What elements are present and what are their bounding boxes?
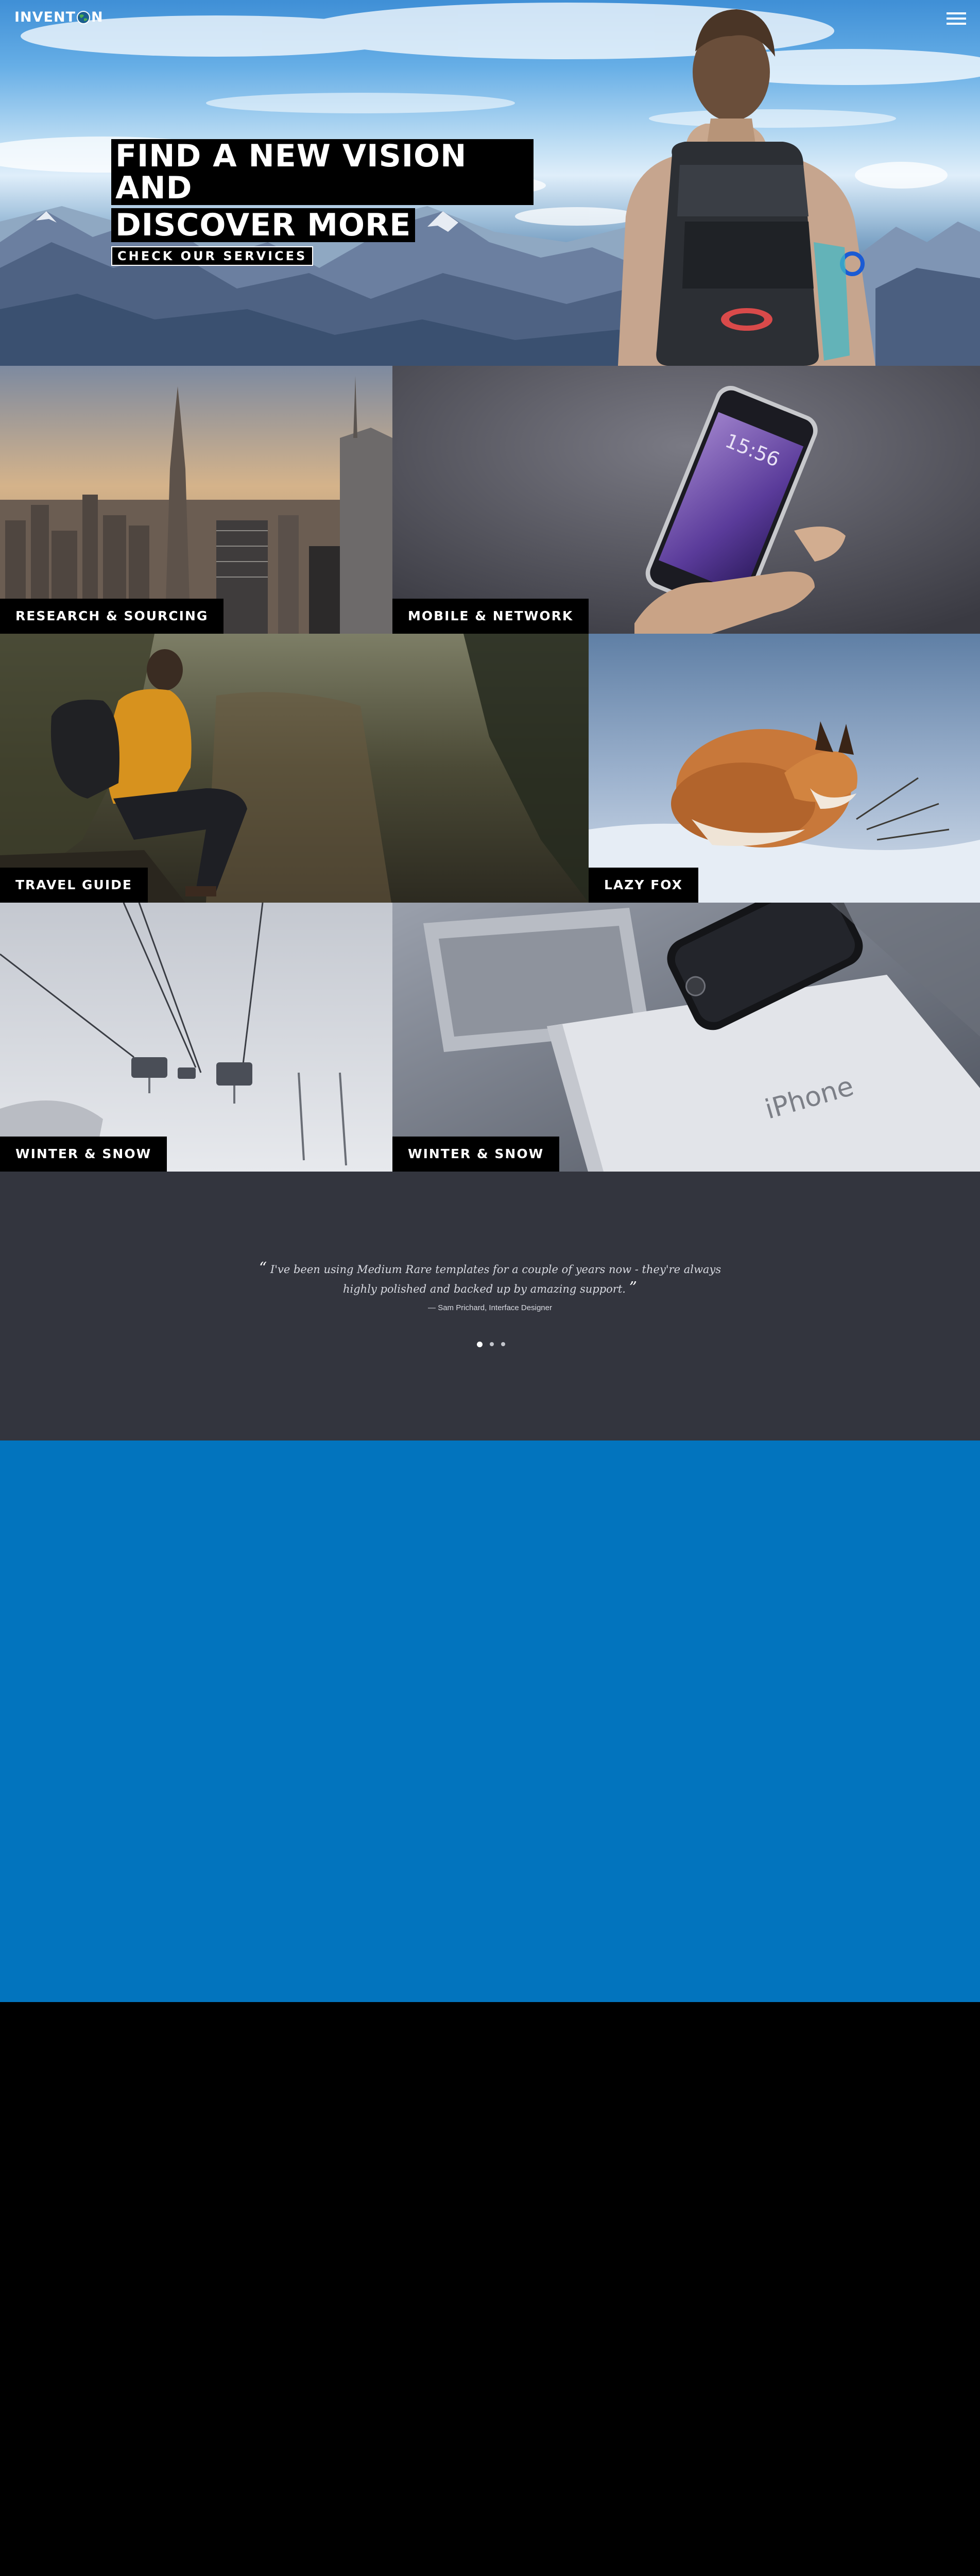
- slider-dot-3[interactable]: [501, 1342, 505, 1346]
- city-skyline-image: [0, 366, 392, 634]
- globe-icon: [77, 10, 90, 24]
- slider-dot-2[interactable]: [490, 1342, 494, 1346]
- sleeping-fox-image: [589, 634, 980, 903]
- hamburger-menu-icon[interactable]: [947, 12, 966, 28]
- tile-travel-guide[interactable]: TRAVEL GUIDE: [0, 634, 589, 903]
- testimonial-quote-text: I've been using Medium Rare templates fo…: [270, 1263, 721, 1295]
- tile-mobile-network[interactable]: 15:56 MOBILE & NETWORK: [392, 366, 980, 634]
- open-quote-mark: “: [259, 1259, 267, 1277]
- testimonial-section: “ I've been using Medium Rare templates …: [0, 1172, 980, 1440]
- blue-section: [0, 1440, 980, 2002]
- tile-research-sourcing[interactable]: RESEARCH & SOURCING: [0, 366, 392, 634]
- check-services-button[interactable]: CHECK OUR SERVICES: [111, 246, 314, 266]
- tile-caption: WINTER & SNOW: [0, 1137, 167, 1172]
- iphone-box-image: iPhone: [392, 903, 980, 1172]
- logo-text-end: N: [91, 9, 104, 25]
- tile-winter-snow-lift[interactable]: WINTER & SNOW: [0, 903, 392, 1172]
- tile-caption: WINTER & SNOW: [392, 1137, 560, 1172]
- tile-caption: MOBILE & NETWORK: [392, 599, 589, 634]
- phone-in-hand-image: 15:56: [392, 366, 980, 634]
- tile-caption: LAZY FOX: [589, 868, 698, 903]
- testimonial-quote: “ I've been using Medium Rare templates …: [257, 1259, 723, 1298]
- site-logo[interactable]: INVENT N: [14, 9, 104, 25]
- tile-caption: TRAVEL GUIDE: [0, 868, 148, 903]
- hero-section: INVENT N FIND A NEW VISION AND DISCOVER …: [0, 0, 980, 366]
- tile-lazy-fox[interactable]: LAZY FOX: [589, 634, 980, 903]
- ski-lift-fog-image: [0, 903, 392, 1172]
- close-quote-mark: ”: [629, 1279, 637, 1297]
- hiker-on-cliff-image: [0, 634, 589, 903]
- logo-text-start: INVENT: [14, 9, 76, 25]
- footer-area: [0, 2002, 980, 2576]
- slider-dots: [477, 1341, 508, 1348]
- hero-headline-line-2: DISCOVER MORE: [111, 208, 416, 242]
- testimonial-author: — Sam Prichard, Interface Designer: [428, 1303, 552, 1312]
- hero-headline-block: FIND A NEW VISION AND DISCOVER MORE CHEC…: [111, 139, 534, 266]
- slider-dot-1[interactable]: [477, 1341, 483, 1347]
- tile-winter-snow-iphone[interactable]: iPhone WINTER & SNOW: [392, 903, 980, 1172]
- tile-caption: RESEARCH & SOURCING: [0, 599, 224, 634]
- hero-headline-line-1: FIND A NEW VISION AND: [111, 139, 534, 205]
